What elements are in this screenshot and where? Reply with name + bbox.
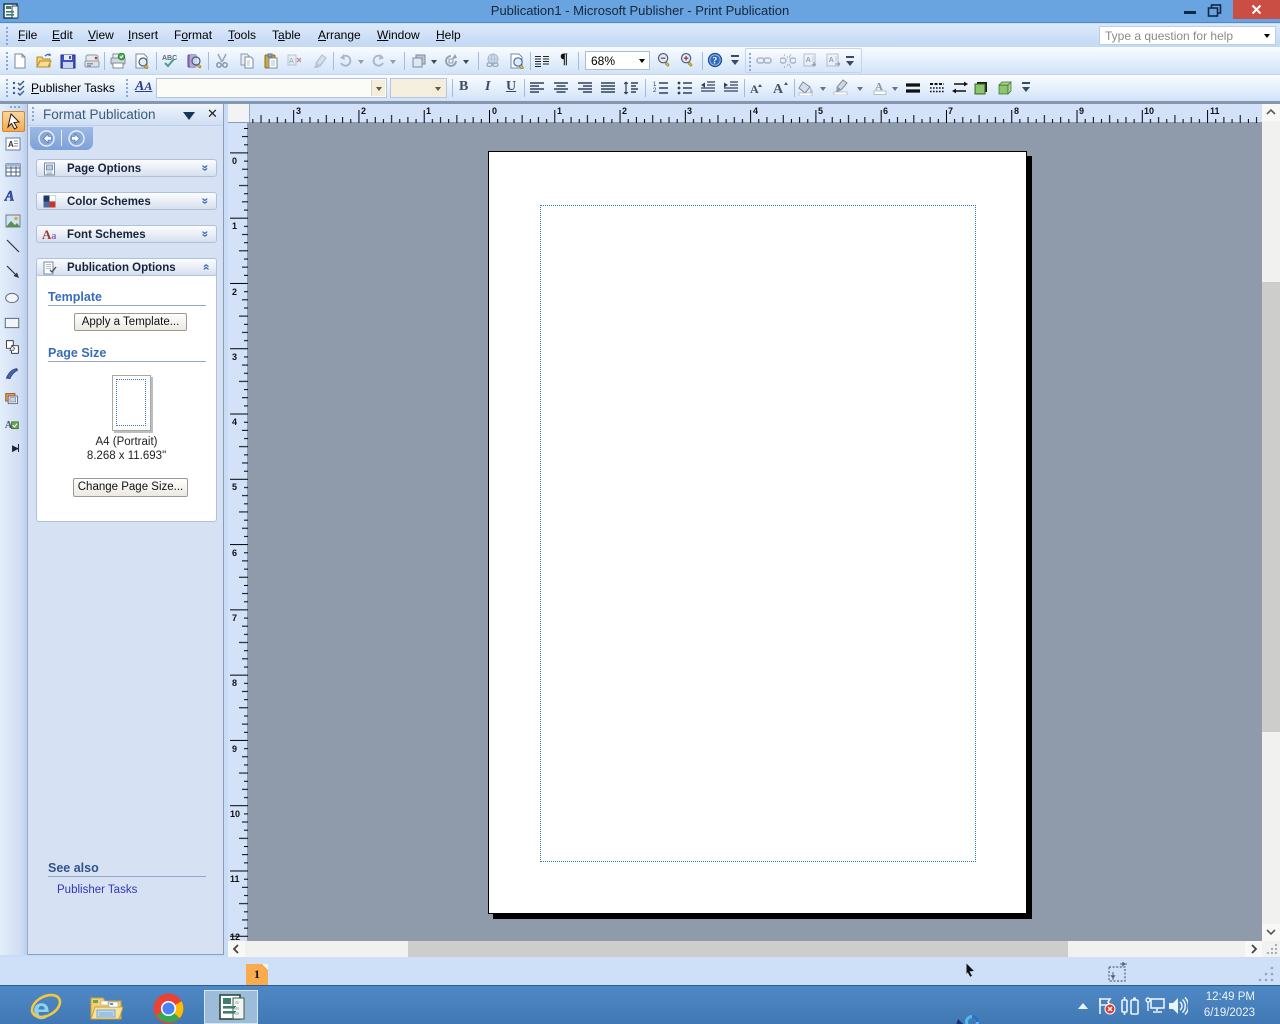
svg-text:A: A (806, 55, 812, 64)
svg-text:ABC: ABC (162, 55, 177, 62)
svg-text:1: 1 (232, 221, 237, 231)
svg-text:12: 12 (230, 932, 240, 941)
svg-text:11: 11 (1210, 106, 1220, 116)
svg-text:2: 2 (361, 106, 366, 116)
svg-text:A: A (4, 188, 14, 203)
svg-text:3: 3 (687, 106, 692, 116)
svg-text:A: A (773, 82, 784, 95)
svg-text:9: 9 (232, 744, 237, 754)
svg-text:4: 4 (753, 106, 758, 116)
svg-text:1: 1 (557, 106, 562, 116)
svg-text:9: 9 (1079, 106, 1084, 116)
svg-text:A: A (750, 82, 759, 96)
svg-text:3: 3 (232, 352, 237, 362)
svg-text:2: 2 (653, 88, 657, 94)
svg-text:2: 2 (232, 287, 237, 297)
svg-text:A: A (8, 140, 14, 149)
svg-text:6: 6 (232, 548, 237, 558)
svg-text:5: 5 (818, 106, 823, 116)
svg-text:11: 11 (230, 874, 240, 884)
svg-text:7: 7 (948, 106, 953, 116)
svg-text:2: 2 (622, 106, 627, 116)
svg-text:6: 6 (883, 106, 888, 116)
svg-text:7: 7 (232, 613, 237, 623)
svg-text:A: A (289, 58, 294, 65)
svg-text:A: A (829, 55, 835, 64)
svg-text:0: 0 (232, 156, 237, 166)
svg-text:10: 10 (230, 809, 240, 819)
svg-text:8: 8 (1014, 106, 1019, 116)
svg-text:4: 4 (232, 417, 237, 427)
svg-text:5: 5 (232, 482, 237, 492)
svg-text:1: 1 (426, 106, 431, 116)
svg-text:?: ? (712, 56, 717, 67)
svg-text:3: 3 (296, 106, 301, 116)
svg-text:10: 10 (1144, 106, 1154, 116)
svg-text:0: 0 (492, 106, 497, 116)
svg-text:8: 8 (232, 678, 237, 688)
